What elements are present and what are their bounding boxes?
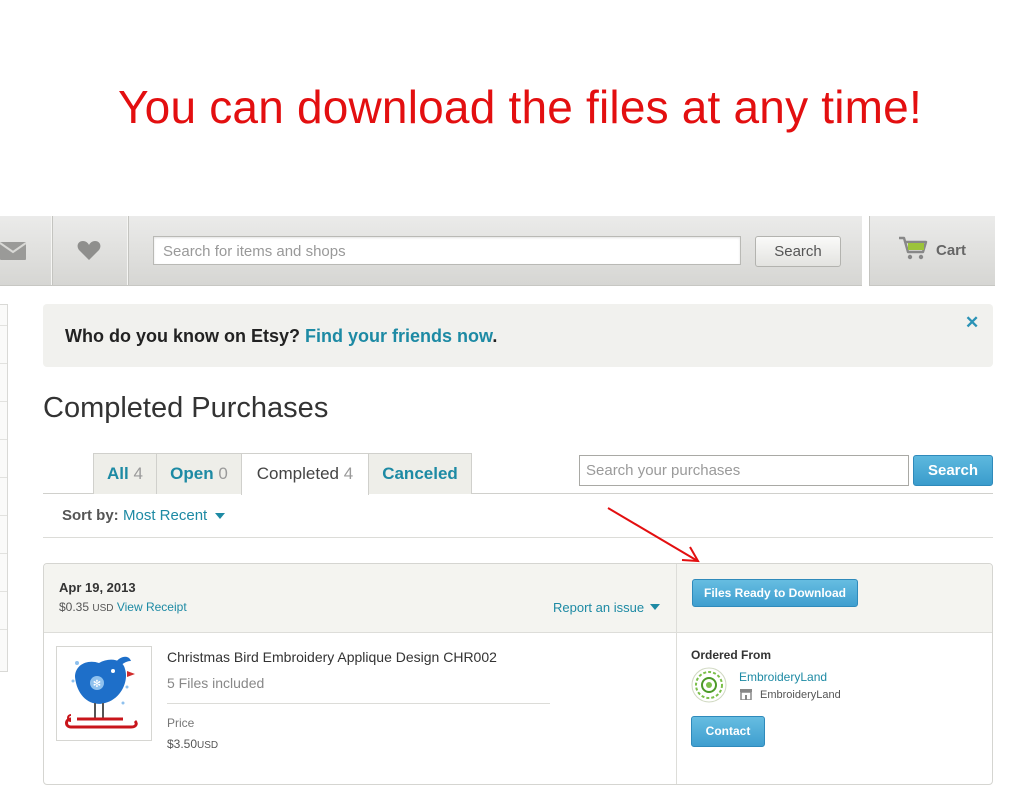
price-label: Price xyxy=(167,716,195,730)
order-total-currency: USD xyxy=(92,603,114,614)
ordered-from-label: Ordered From xyxy=(691,648,772,662)
banner-suffix: . xyxy=(492,326,498,346)
page-title: Completed Purchases xyxy=(43,392,329,424)
mail-icon xyxy=(0,242,27,260)
item-files-count: 5 Files included xyxy=(167,675,265,691)
tab-open[interactable]: Open 0 xyxy=(156,453,242,494)
bird-image: ✻ xyxy=(65,656,138,729)
contact-button[interactable]: Contact xyxy=(691,716,765,747)
sort-dropdown[interactable]: Most Recent xyxy=(123,507,207,524)
tab-completed[interactable]: Completed 4 xyxy=(241,453,369,495)
cart-label[interactable]: Cart xyxy=(936,242,966,259)
heart-icon xyxy=(77,241,101,260)
item-divider xyxy=(167,703,550,704)
cart-button[interactable] xyxy=(869,216,995,286)
order-card-divider xyxy=(676,564,677,784)
search-input[interactable]: Search for items and shops xyxy=(153,236,741,265)
shop-icon xyxy=(740,689,752,700)
price-currency: USD xyxy=(197,740,219,751)
banner-text: Who do you know on Etsy? Find your frien… xyxy=(65,326,497,347)
shop-avatar[interactable] xyxy=(691,667,727,703)
annotation-arrow xyxy=(607,507,700,563)
price-value: $3.50USD xyxy=(167,737,218,751)
close-icon[interactable]: ✕ xyxy=(965,313,979,333)
shop-link[interactable]: EmbroideryLand xyxy=(739,670,827,684)
order-total-amount: $0.35 xyxy=(59,600,90,614)
order-total: $0.35 USD View Receipt xyxy=(59,600,187,614)
price-amount: $3.50 xyxy=(167,737,198,751)
tab-count: 4 xyxy=(133,464,143,483)
sort-divider xyxy=(43,537,993,538)
report-issue-link[interactable]: Report an issue xyxy=(553,600,644,615)
sort-label: Sort by: xyxy=(62,507,119,524)
left-sidebar-edge xyxy=(0,304,8,672)
tab-label: All xyxy=(107,464,129,483)
item-title-link[interactable]: Christmas Bird Embroidery Applique Desig… xyxy=(167,649,497,665)
purchase-search-button[interactable]: Search xyxy=(913,455,993,486)
favorites-button[interactable] xyxy=(52,216,128,285)
tab-count: 4 xyxy=(343,464,354,483)
search-button[interactable]: Search xyxy=(755,236,841,267)
banner-question: Who do you know on Etsy? xyxy=(65,326,300,346)
view-receipt-link[interactable]: View Receipt xyxy=(117,600,187,614)
annotation-headline: You can download the files at any time! xyxy=(118,81,922,133)
find-friends-link[interactable]: Find your friends now xyxy=(305,326,492,346)
item-thumbnail[interactable]: ✻ xyxy=(56,646,152,741)
chevron-down-icon[interactable] xyxy=(650,604,660,610)
tab-count: 0 xyxy=(218,464,228,483)
cart-icon xyxy=(899,236,928,260)
shop-name: EmbroideryLand xyxy=(760,689,841,701)
tab-label: Open xyxy=(170,464,214,483)
download-files-button[interactable]: Files Ready to Download xyxy=(692,579,858,607)
messages-button[interactable] xyxy=(0,216,52,285)
tab-label: Canceled xyxy=(382,464,458,483)
tab-all[interactable]: All 4 xyxy=(93,453,157,494)
chevron-down-icon[interactable] xyxy=(215,513,225,519)
order-date: Apr 19, 2013 xyxy=(59,580,136,595)
purchase-search-input[interactable]: Search your purchases xyxy=(579,455,909,486)
tab-canceled[interactable]: Canceled xyxy=(368,453,472,494)
svg-text:✻: ✻ xyxy=(93,679,101,690)
tab-label: Completed xyxy=(256,464,339,483)
